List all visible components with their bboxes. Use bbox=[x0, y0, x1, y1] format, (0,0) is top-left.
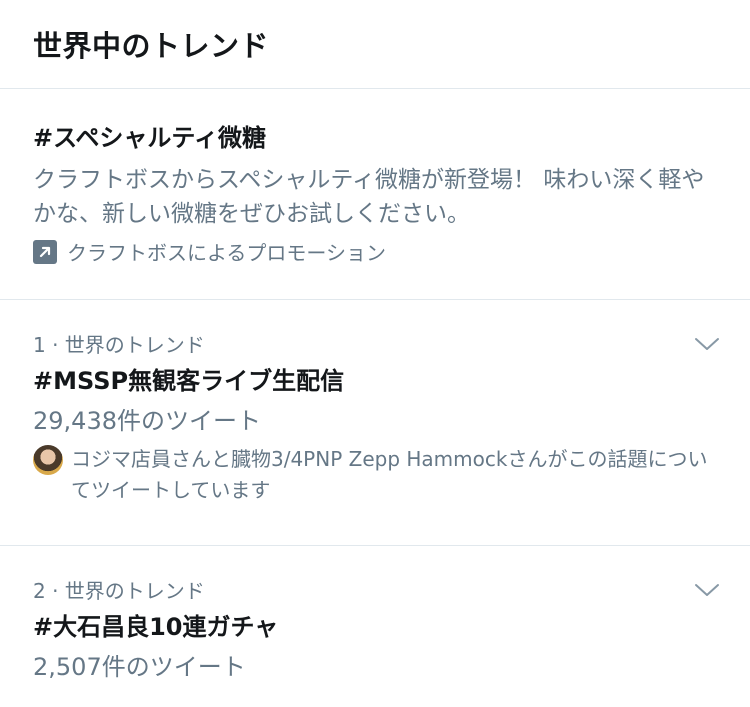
avatar bbox=[33, 445, 63, 475]
trend-item[interactable]: 1 · 世界のトレンド #MSSP無観客ライブ生配信 29,438件のツイート … bbox=[0, 300, 750, 546]
trend-name[interactable]: #MSSP無観客ライブ生配信 bbox=[33, 366, 717, 396]
trend-meta: 2 · 世界のトレンド bbox=[33, 579, 205, 603]
trend-tweet-count: 29,438件のツイート bbox=[33, 407, 261, 435]
trend-name[interactable]: #大石昌良10連ガチャ bbox=[33, 612, 717, 642]
chevron-down-icon[interactable] bbox=[694, 336, 720, 352]
trend-tweet-count: 2,507件のツイート bbox=[33, 653, 246, 681]
trend-item[interactable]: 2 · 世界のトレンド #大石昌良10連ガチャ 2,507件のツイート bbox=[0, 546, 750, 706]
chevron-down-icon[interactable] bbox=[694, 582, 720, 598]
promoted-by-line: クラフトボスによるプロモーション bbox=[33, 237, 717, 266]
trend-context: コジマ店員さんと臓物3/4PNP Zepp Hammockさんがこの話題について… bbox=[33, 444, 717, 506]
promoted-trend[interactable]: #スペシャルティ微糖 クラフトボスからスペシャルティ微糖が新登場！ 味わい深く軽… bbox=[0, 89, 750, 300]
promoted-arrow-icon bbox=[33, 239, 57, 264]
trends-panel: 世界中のトレンド #スペシャルティ微糖 クラフトボスからスペシャルティ微糖が新登… bbox=[0, 0, 750, 707]
promoted-trend-tag[interactable]: #スペシャルティ微糖 bbox=[33, 123, 717, 153]
promoted-by-label: クラフトボスによるプロモーション bbox=[67, 241, 386, 265]
page-title: 世界中のトレンド bbox=[33, 29, 270, 63]
trends-header: 世界中のトレンド bbox=[0, 0, 750, 89]
trend-context-text: コジマ店員さんと臓物3/4PNP Zepp Hammockさんがこの話題について… bbox=[71, 447, 708, 502]
promoted-trend-description: クラフトボスからスペシャルティ微糖が新登場！ 味わい深く軽やかな、新しい微糖をぜ… bbox=[33, 167, 705, 227]
trend-meta: 1 · 世界のトレンド bbox=[33, 333, 205, 357]
